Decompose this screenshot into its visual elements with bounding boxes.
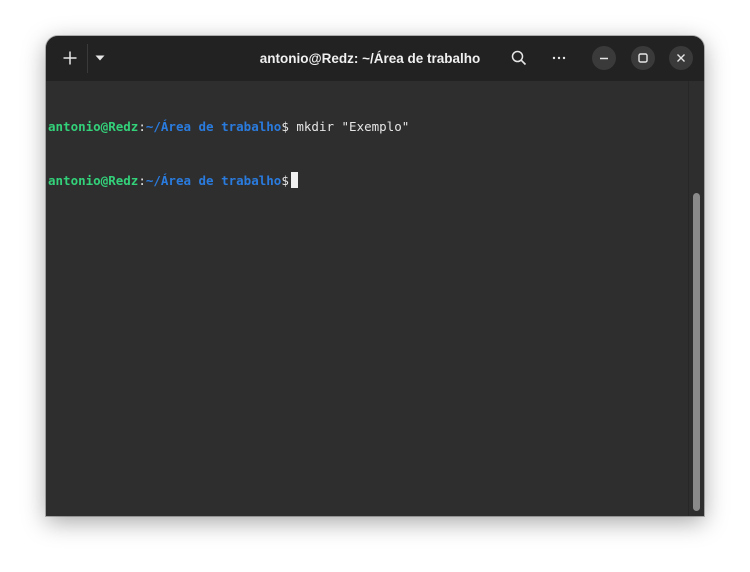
search-button[interactable] xyxy=(504,43,534,73)
new-tab-button[interactable] xyxy=(55,43,85,73)
scrollbar-thumb[interactable] xyxy=(693,193,700,511)
terminal-line: antonio@Redz:~/Área de trabalho$ mkdir "… xyxy=(48,118,688,136)
text-cursor xyxy=(290,172,298,188)
headerbar: antonio@Redz: ~/Área de trabalho xyxy=(46,36,704,81)
prompt-path: ~/Área de trabalho xyxy=(145,119,282,134)
minimize-button[interactable] xyxy=(592,46,616,70)
terminal-line: antonio@Redz:~/Área de trabalho$ xyxy=(48,172,688,190)
ellipsis-icon xyxy=(552,56,566,60)
terminal-output[interactable]: antonio@Redz:~/Área de trabalho$ mkdir "… xyxy=(46,81,688,516)
chevron-down-icon xyxy=(95,55,105,61)
prompt-user-host: antonio@Redz xyxy=(48,173,139,188)
minimize-icon xyxy=(600,57,608,60)
prompt-user-host: antonio@Redz xyxy=(48,119,139,134)
scrollbar[interactable] xyxy=(688,81,704,516)
terminal-window: antonio@Redz: ~/Área de trabalho antonio… xyxy=(46,36,704,516)
maximize-icon xyxy=(638,53,648,63)
search-icon xyxy=(511,50,527,66)
plus-icon xyxy=(63,51,77,65)
close-icon xyxy=(677,54,685,62)
button-separator xyxy=(87,44,88,73)
close-button[interactable] xyxy=(669,46,693,70)
prompt-path: ~/Área de trabalho xyxy=(145,173,282,188)
prompt-colon: : xyxy=(138,173,146,188)
prompt-dollar: $ xyxy=(281,119,289,134)
window-title: antonio@Redz: ~/Área de trabalho xyxy=(259,51,481,66)
prompt-dollar: $ xyxy=(281,173,289,188)
prompt-colon: : xyxy=(138,119,146,134)
main-menu-button[interactable] xyxy=(544,43,574,73)
command-text: mkdir "Exemplo" xyxy=(288,119,410,134)
tab-menu-button[interactable] xyxy=(90,43,110,73)
maximize-button[interactable] xyxy=(631,46,655,70)
